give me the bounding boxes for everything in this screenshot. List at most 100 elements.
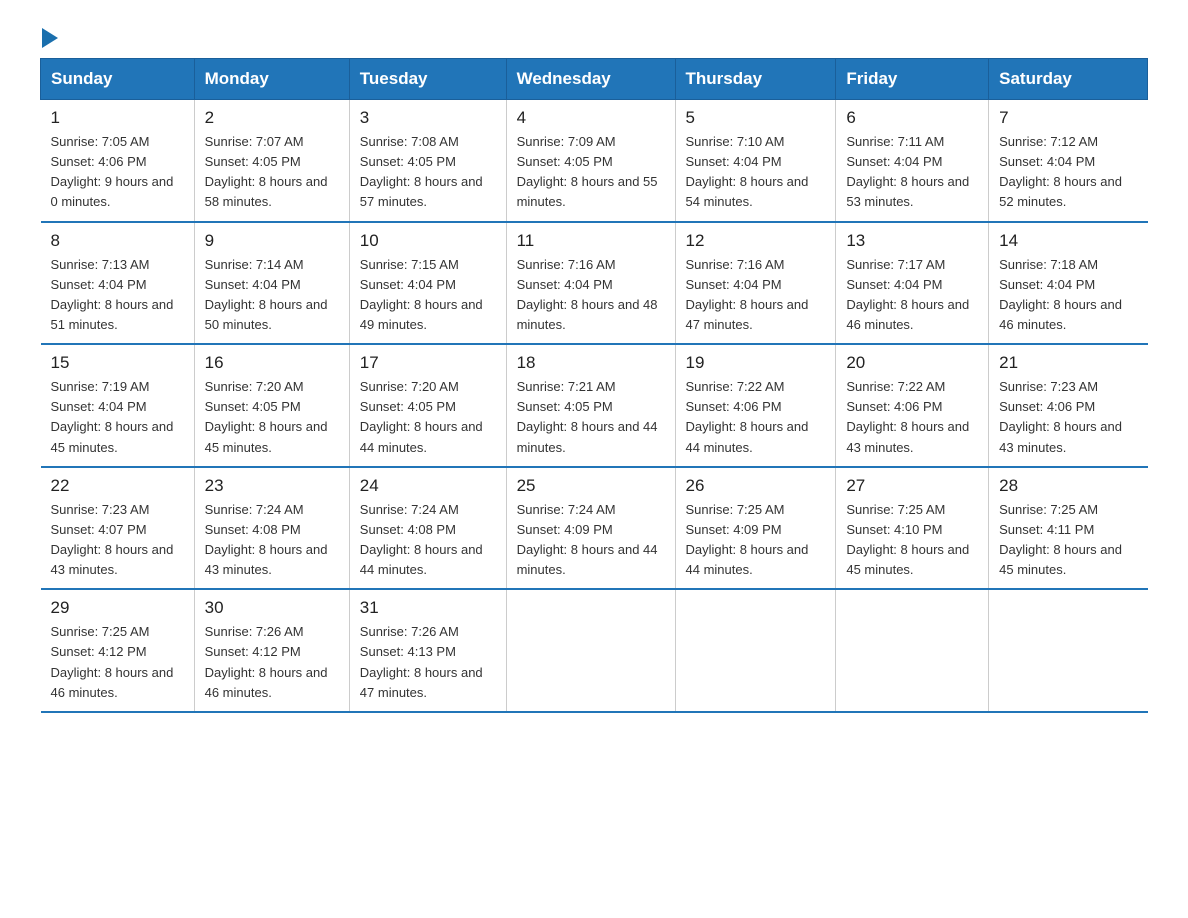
day-info: Sunrise: 7:22 AMSunset: 4:06 PMDaylight:… [846,379,969,454]
calendar-day-cell: 14 Sunrise: 7:18 AMSunset: 4:04 PMDayligh… [989,222,1148,345]
calendar-day-cell: 22 Sunrise: 7:23 AMSunset: 4:07 PMDayligh… [41,467,195,590]
day-info: Sunrise: 7:24 AMSunset: 4:08 PMDaylight:… [205,502,328,577]
day-number: 6 [846,108,978,128]
calendar-day-cell: 31 Sunrise: 7:26 AMSunset: 4:13 PMDayligh… [349,589,506,712]
day-number: 23 [205,476,339,496]
calendar-day-cell: 7Sunrise: 7:12 AMSunset: 4:04 PMDaylight… [989,100,1148,222]
calendar-empty-cell [989,589,1148,712]
day-number: 26 [686,476,826,496]
day-info: Sunrise: 7:18 AMSunset: 4:04 PMDaylight:… [999,257,1122,332]
day-number: 24 [360,476,496,496]
calendar-day-cell: 9 Sunrise: 7:14 AMSunset: 4:04 PMDaylight… [194,222,349,345]
day-number: 25 [517,476,665,496]
day-info: Sunrise: 7:14 AMSunset: 4:04 PMDaylight:… [205,257,328,332]
day-info: Sunrise: 7:12 AMSunset: 4:04 PMDaylight:… [999,134,1122,209]
day-info: Sunrise: 7:16 AMSunset: 4:04 PMDaylight:… [517,257,658,332]
day-number: 4 [517,108,665,128]
page-header [40,30,1148,44]
day-number: 19 [686,353,826,373]
header-sunday: Sunday [41,59,195,100]
day-info: Sunrise: 7:21 AMSunset: 4:05 PMDaylight:… [517,379,658,454]
calendar-day-cell: 28 Sunrise: 7:25 AMSunset: 4:11 PMDayligh… [989,467,1148,590]
calendar-day-cell: 18 Sunrise: 7:21 AMSunset: 4:05 PMDayligh… [506,344,675,467]
day-number: 18 [517,353,665,373]
calendar-header-row: SundayMondayTuesdayWednesdayThursdayFrid… [41,59,1148,100]
day-info: Sunrise: 7:26 AMSunset: 4:13 PMDaylight:… [360,624,483,699]
calendar-day-cell: 21 Sunrise: 7:23 AMSunset: 4:06 PMDayligh… [989,344,1148,467]
day-number: 30 [205,598,339,618]
day-number: 2 [205,108,339,128]
day-number: 21 [999,353,1137,373]
calendar-day-cell: 23 Sunrise: 7:24 AMSunset: 4:08 PMDayligh… [194,467,349,590]
day-number: 10 [360,231,496,251]
day-info: Sunrise: 7:25 AMSunset: 4:10 PMDaylight:… [846,502,969,577]
day-info: Sunrise: 7:20 AMSunset: 4:05 PMDaylight:… [205,379,328,454]
header-friday: Friday [836,59,989,100]
calendar-day-cell: 20 Sunrise: 7:22 AMSunset: 4:06 PMDayligh… [836,344,989,467]
day-info: Sunrise: 7:05 AMSunset: 4:06 PMDaylight:… [51,134,174,209]
header-tuesday: Tuesday [349,59,506,100]
calendar-day-cell: 27 Sunrise: 7:25 AMSunset: 4:10 PMDayligh… [836,467,989,590]
calendar-day-cell: 26Sunrise: 7:25 AMSunset: 4:09 PMDayligh… [675,467,836,590]
day-info: Sunrise: 7:24 AMSunset: 4:09 PMDaylight:… [517,502,658,577]
day-info: Sunrise: 7:25 AMSunset: 4:11 PMDaylight:… [999,502,1122,577]
calendar-day-cell: 17 Sunrise: 7:20 AMSunset: 4:05 PMDayligh… [349,344,506,467]
calendar-day-cell: 11 Sunrise: 7:16 AMSunset: 4:04 PMDayligh… [506,222,675,345]
calendar-day-cell: 25 Sunrise: 7:24 AMSunset: 4:09 PMDayligh… [506,467,675,590]
calendar-week-row: 1Sunrise: 7:05 AMSunset: 4:06 PMDaylight… [41,100,1148,222]
calendar-day-cell: 24 Sunrise: 7:24 AMSunset: 4:08 PMDayligh… [349,467,506,590]
calendar-week-row: 8 Sunrise: 7:13 AMSunset: 4:04 PMDaylight… [41,222,1148,345]
calendar-table: SundayMondayTuesdayWednesdayThursdayFrid… [40,58,1148,713]
day-info: Sunrise: 7:09 AMSunset: 4:05 PMDaylight:… [517,134,658,209]
calendar-day-cell: 2 Sunrise: 7:07 AMSunset: 4:05 PMDaylight… [194,100,349,222]
day-info: Sunrise: 7:15 AMSunset: 4:04 PMDaylight:… [360,257,483,332]
day-number: 20 [846,353,978,373]
day-number: 16 [205,353,339,373]
calendar-day-cell: 29 Sunrise: 7:25 AMSunset: 4:12 PMDayligh… [41,589,195,712]
day-info: Sunrise: 7:13 AMSunset: 4:04 PMDaylight:… [51,257,174,332]
logo [40,30,58,44]
day-number: 3 [360,108,496,128]
calendar-day-cell: 15 Sunrise: 7:19 AMSunset: 4:04 PMDayligh… [41,344,195,467]
calendar-day-cell: 30 Sunrise: 7:26 AMSunset: 4:12 PMDayligh… [194,589,349,712]
day-number: 22 [51,476,184,496]
day-info: Sunrise: 7:19 AMSunset: 4:04 PMDaylight:… [51,379,174,454]
day-info: Sunrise: 7:24 AMSunset: 4:08 PMDaylight:… [360,502,483,577]
day-info: Sunrise: 7:26 AMSunset: 4:12 PMDaylight:… [205,624,328,699]
day-number: 29 [51,598,184,618]
calendar-day-cell: 12 Sunrise: 7:16 AMSunset: 4:04 PMDayligh… [675,222,836,345]
calendar-day-cell: 16 Sunrise: 7:20 AMSunset: 4:05 PMDayligh… [194,344,349,467]
logo-arrow-icon [42,28,58,48]
day-info: Sunrise: 7:25 AMSunset: 4:12 PMDaylight:… [51,624,174,699]
day-number: 8 [51,231,184,251]
day-number: 13 [846,231,978,251]
day-info: Sunrise: 7:08 AMSunset: 4:05 PMDaylight:… [360,134,483,209]
day-info: Sunrise: 7:23 AMSunset: 4:06 PMDaylight:… [999,379,1122,454]
day-number: 12 [686,231,826,251]
calendar-empty-cell [506,589,675,712]
day-number: 15 [51,353,184,373]
day-number: 28 [999,476,1137,496]
day-info: Sunrise: 7:07 AMSunset: 4:05 PMDaylight:… [205,134,328,209]
calendar-day-cell: 6 Sunrise: 7:11 AMSunset: 4:04 PMDaylight… [836,100,989,222]
calendar-day-cell: 5Sunrise: 7:10 AMSunset: 4:04 PMDaylight… [675,100,836,222]
calendar-empty-cell [675,589,836,712]
calendar-day-cell: 3 Sunrise: 7:08 AMSunset: 4:05 PMDaylight… [349,100,506,222]
header-monday: Monday [194,59,349,100]
calendar-week-row: 15 Sunrise: 7:19 AMSunset: 4:04 PMDayligh… [41,344,1148,467]
calendar-week-row: 22 Sunrise: 7:23 AMSunset: 4:07 PMDayligh… [41,467,1148,590]
day-number: 9 [205,231,339,251]
day-info: Sunrise: 7:22 AMSunset: 4:06 PMDaylight:… [686,379,809,454]
calendar-week-row: 29 Sunrise: 7:25 AMSunset: 4:12 PMDayligh… [41,589,1148,712]
day-number: 11 [517,231,665,251]
day-number: 14 [999,231,1137,251]
calendar-day-cell: 19 Sunrise: 7:22 AMSunset: 4:06 PMDayligh… [675,344,836,467]
day-info: Sunrise: 7:20 AMSunset: 4:05 PMDaylight:… [360,379,483,454]
day-info: Sunrise: 7:23 AMSunset: 4:07 PMDaylight:… [51,502,174,577]
day-info: Sunrise: 7:16 AMSunset: 4:04 PMDaylight:… [686,257,809,332]
day-info: Sunrise: 7:11 AMSunset: 4:04 PMDaylight:… [846,134,969,209]
day-number: 27 [846,476,978,496]
calendar-day-cell: 4 Sunrise: 7:09 AMSunset: 4:05 PMDaylight… [506,100,675,222]
day-number: 17 [360,353,496,373]
day-number: 31 [360,598,496,618]
